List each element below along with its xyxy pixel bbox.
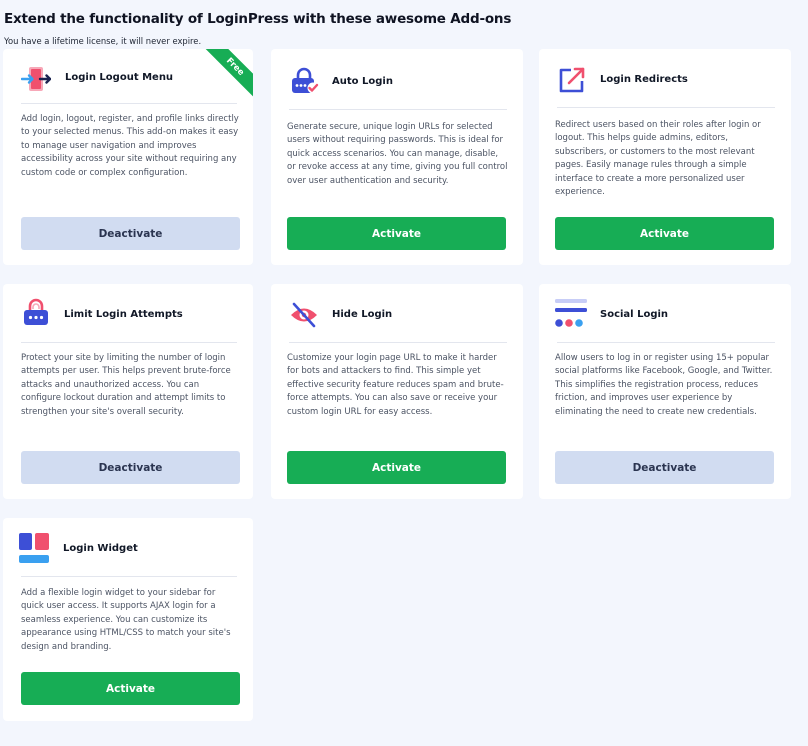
page-title: Extend the functionality of LoginPress w… [4,11,512,27]
addon-description: Generate secure, unique login URLs for s… [287,122,508,186]
deactivate-button[interactable]: Deactivate [21,217,240,250]
lock-check-icon [289,66,319,96]
addon-title: Login Redirects [600,74,688,85]
divider [21,103,237,104]
activate-button[interactable]: Activate [287,451,506,484]
addon-description: Customize your login page URL to make it… [287,353,504,417]
deactivate-button[interactable]: Deactivate [21,451,240,484]
addon-title: Hide Login [332,309,393,320]
addon-card-social-login: Social Login Allow users to log in or re… [539,284,791,499]
addon-description: Redirect users based on their roles afte… [555,120,761,198]
activate-button[interactable]: Activate [287,217,506,250]
divider [21,576,237,577]
addon-title: Limit Login Attempts [64,309,183,320]
eye-off-icon [289,300,319,330]
addon-card-auto-login: Auto Login Generate secure, unique login… [271,49,523,265]
login-logout-menu-icon [21,64,51,94]
addons-page: Extend the functionality of LoginPress w… [0,0,808,746]
social-login-icon [555,299,588,329]
addon-description: Allow users to log in or register using … [555,353,773,417]
padlock-icon [21,297,51,327]
addon-title: Login Logout Menu [65,72,174,83]
addon-description: Protect your site by limiting the number… [21,353,231,417]
addon-card-limit-login-attempts: Limit Login Attempts Protect your site b… [3,284,253,499]
divider [557,342,775,343]
activate-button[interactable]: Activate [555,217,774,250]
divider [21,342,237,343]
addon-title: Login Widget [63,543,138,554]
addon-title: Auto Login [332,76,393,87]
divider [557,107,775,108]
addon-description: Add a flexible login widget to your side… [21,588,231,652]
addon-description: Add login, logout, register, and profile… [21,114,239,178]
license-notice: You have a lifetime license, it will nev… [4,36,202,46]
addon-card-hide-login: Hide Login Customize your login page URL… [271,284,523,499]
addon-card-login-logout-menu: Free Login Logout Menu Add login, logout… [3,49,253,265]
divider [289,109,507,110]
deactivate-button[interactable]: Deactivate [555,451,774,484]
addon-card-login-widget: Login Widget Add a flexible login widget… [3,518,253,721]
activate-button[interactable]: Activate [21,672,240,705]
addon-card-login-redirects: Login Redirects Redirect users based on … [539,49,791,265]
addon-title: Social Login [600,309,669,320]
divider [289,342,507,343]
external-link-icon [557,65,587,95]
widget-icon [19,533,49,563]
free-badge: Free [205,49,253,97]
